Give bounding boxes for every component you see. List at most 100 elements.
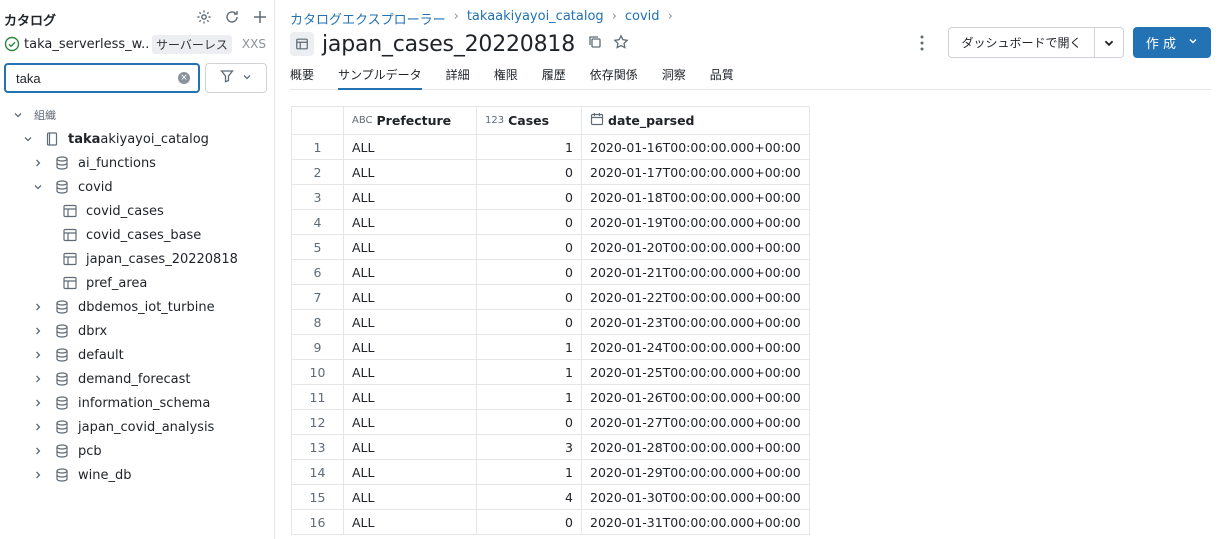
tree-item-schema[interactable]: ai_functions (32, 152, 156, 174)
cell-prefecture[interactable]: ALL (343, 259, 477, 285)
tree-section-org[interactable]: 組織 (12, 104, 56, 126)
cell-date-parsed[interactable]: 2020-01-29T00:00:00.000+00:00 (581, 459, 810, 485)
cell-cases[interactable]: 0 (476, 509, 582, 535)
cell-cases[interactable]: 0 (476, 159, 582, 185)
chevron-down-icon[interactable] (1095, 28, 1123, 57)
tree-item-schema[interactable]: dbrx (32, 320, 107, 342)
cell-cases[interactable]: 0 (476, 234, 582, 260)
cell-date-parsed[interactable]: 2020-01-28T00:00:00.000+00:00 (581, 434, 810, 460)
breadcrumb-link[interactable]: カタログエクスプローラー (290, 9, 446, 28)
tree-item-schema[interactable]: covid (32, 176, 113, 198)
tree-item-table[interactable]: japan_cases_20220818 (62, 248, 238, 270)
copy-icon[interactable] (587, 34, 603, 54)
cell-date-parsed[interactable]: 2020-01-17T00:00:00.000+00:00 (581, 159, 810, 185)
cell-cases[interactable]: 3 (476, 434, 582, 460)
tree-item-table[interactable]: covid_cases_base (62, 224, 201, 246)
tree-item-table[interactable]: covid_cases (62, 200, 164, 222)
breadcrumb-link[interactable]: takaakiyayoi_catalog (467, 9, 604, 28)
plus-icon[interactable] (251, 8, 269, 26)
cell-cases[interactable]: 0 (476, 309, 582, 335)
tree-item-schema[interactable]: pcb (32, 440, 102, 462)
tab-permissions[interactable]: 権限 (494, 66, 518, 89)
cell-cases[interactable]: 1 (476, 334, 582, 360)
tree-item-schema[interactable]: information_schema (32, 392, 210, 414)
cell-date-parsed[interactable]: 2020-01-22T00:00:00.000+00:00 (581, 284, 810, 310)
create-button[interactable]: 作 成 (1133, 27, 1211, 58)
cell-cases[interactable]: 0 (476, 209, 582, 235)
open-dashboard-label[interactable]: ダッシュボードで開く (949, 28, 1095, 57)
cell-prefecture[interactable]: ALL (343, 284, 477, 310)
cell-date-parsed[interactable]: 2020-01-30T00:00:00.000+00:00 (581, 484, 810, 510)
row-number[interactable]: 10 (291, 359, 344, 385)
row-number[interactable]: 1 (291, 134, 344, 160)
tab-details[interactable]: 詳細 (446, 66, 470, 89)
search-input[interactable] (16, 70, 166, 86)
cell-date-parsed[interactable]: 2020-01-31T00:00:00.000+00:00 (581, 509, 810, 535)
cell-prefecture[interactable]: ALL (343, 184, 477, 210)
refresh-icon[interactable] (223, 8, 241, 26)
breadcrumb-link[interactable]: covid (625, 9, 660, 28)
cell-cases[interactable]: 0 (476, 184, 582, 210)
row-number[interactable]: 7 (291, 284, 344, 310)
cell-prefecture[interactable]: ALL (343, 509, 477, 535)
tab-sample-data[interactable]: サンプルデータ (338, 66, 422, 90)
cell-cases[interactable]: 1 (476, 459, 582, 485)
cell-prefecture[interactable]: ALL (343, 384, 477, 410)
gear-icon[interactable] (195, 8, 213, 26)
tree-item-schema[interactable]: demand_forecast (32, 368, 190, 390)
tab-insights[interactable]: 洞察 (662, 66, 686, 89)
cell-cases[interactable]: 0 (476, 284, 582, 310)
row-number[interactable]: 4 (291, 209, 344, 235)
row-number[interactable]: 11 (291, 384, 344, 410)
cell-date-parsed[interactable]: 2020-01-26T00:00:00.000+00:00 (581, 384, 810, 410)
cell-date-parsed[interactable]: 2020-01-16T00:00:00.000+00:00 (581, 134, 810, 160)
cell-prefecture[interactable]: ALL (343, 209, 477, 235)
cell-cases[interactable]: 1 (476, 359, 582, 385)
tab-overview[interactable]: 概要 (290, 66, 314, 89)
tree-item-table[interactable]: pref_area (62, 272, 147, 294)
cell-prefecture[interactable]: ALL (343, 484, 477, 510)
cell-prefecture[interactable]: ALL (343, 359, 477, 385)
tree-item-schema[interactable]: wine_db (32, 464, 132, 486)
row-number[interactable]: 3 (291, 184, 344, 210)
cell-prefecture[interactable]: ALL (343, 309, 477, 335)
cell-prefecture[interactable]: ALL (343, 334, 477, 360)
row-number[interactable]: 9 (291, 334, 344, 360)
more-options-icon[interactable] (916, 34, 928, 52)
cell-date-parsed[interactable]: 2020-01-18T00:00:00.000+00:00 (581, 184, 810, 210)
cell-prefecture[interactable]: ALL (343, 134, 477, 160)
cell-date-parsed[interactable]: 2020-01-23T00:00:00.000+00:00 (581, 309, 810, 335)
cell-cases[interactable]: 1 (476, 384, 582, 410)
cell-prefecture[interactable]: ALL (343, 459, 477, 485)
filter-button[interactable] (205, 63, 267, 93)
cell-prefecture[interactable]: ALL (343, 409, 477, 435)
cell-cases[interactable]: 0 (476, 409, 582, 435)
star-icon[interactable] (613, 34, 629, 54)
row-number[interactable]: 8 (291, 309, 344, 335)
tree-item-schema[interactable]: japan_covid_analysis (32, 416, 214, 438)
cell-cases[interactable]: 0 (476, 259, 582, 285)
row-number[interactable]: 2 (291, 159, 344, 185)
tab-history[interactable]: 履歴 (542, 66, 566, 89)
row-number[interactable]: 16 (291, 509, 344, 535)
tree-item-catalog[interactable]: takaakiyayoi_catalog (22, 128, 209, 150)
cell-cases[interactable]: 1 (476, 134, 582, 160)
cell-cases[interactable]: 4 (476, 484, 582, 510)
row-number[interactable]: 13 (291, 434, 344, 460)
tree-item-schema[interactable]: default (32, 344, 124, 366)
cell-date-parsed[interactable]: 2020-01-19T00:00:00.000+00:00 (581, 209, 810, 235)
row-number[interactable]: 12 (291, 409, 344, 435)
clear-icon[interactable]: × (178, 72, 190, 84)
cell-date-parsed[interactable]: 2020-01-27T00:00:00.000+00:00 (581, 409, 810, 435)
row-number[interactable]: 15 (291, 484, 344, 510)
cell-prefecture[interactable]: ALL (343, 159, 477, 185)
warehouse-selector[interactable]: taka_serverless_w... サーバーレス XXS (4, 34, 272, 54)
column-header[interactable]: 123 Cases (476, 106, 582, 135)
row-number[interactable]: 14 (291, 459, 344, 485)
tab-lineage[interactable]: 依存関係 (590, 66, 638, 89)
row-number[interactable]: 5 (291, 234, 344, 260)
cell-date-parsed[interactable]: 2020-01-25T00:00:00.000+00:00 (581, 359, 810, 385)
row-number[interactable]: 6 (291, 259, 344, 285)
column-header[interactable]: date_parsed (581, 106, 810, 135)
column-header[interactable]: ABC Prefecture (343, 106, 477, 135)
